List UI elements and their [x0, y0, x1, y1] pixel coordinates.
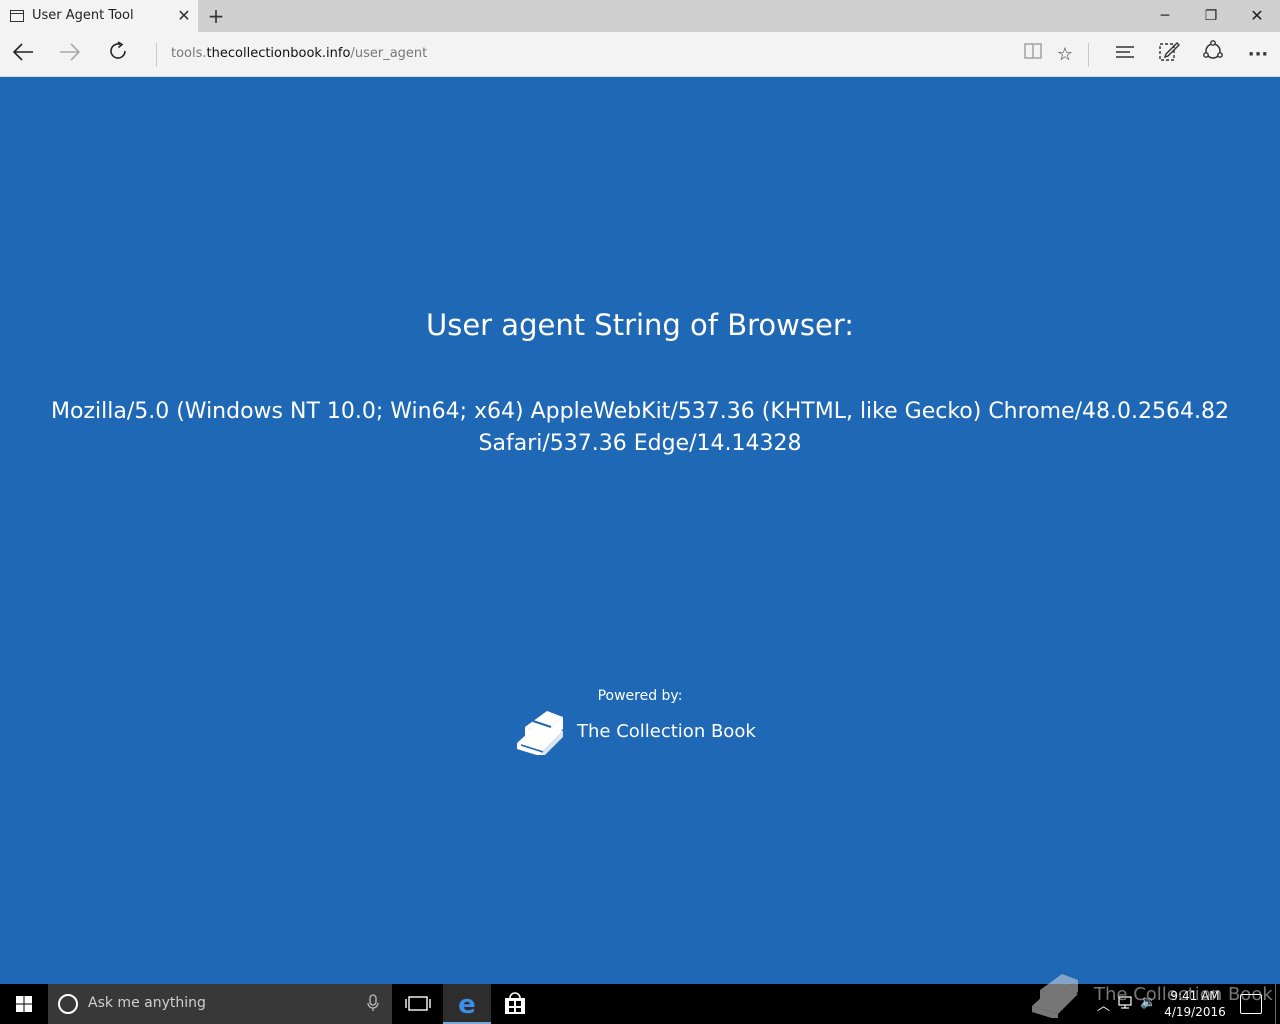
svg-text:e: e	[458, 990, 476, 1020]
search-placeholder: Ask me anything	[88, 995, 206, 1011]
show-desktop-button[interactable]	[1275, 984, 1276, 1024]
brand-link[interactable]: The Collection Book	[513, 706, 756, 756]
edge-icon[interactable]: e	[443, 984, 491, 1024]
start-button[interactable]	[0, 984, 48, 1024]
hub-icon[interactable]	[1110, 40, 1140, 70]
more-icon[interactable]: ···	[1243, 40, 1273, 70]
tab-title: User Agent Tool	[32, 8, 134, 23]
new-tab-button[interactable]: +	[204, 4, 228, 28]
store-icon[interactable]	[491, 984, 539, 1024]
reading-view-icon[interactable]	[1018, 40, 1048, 70]
share-icon[interactable]	[1198, 40, 1228, 70]
watermark-book-icon	[1032, 974, 1078, 1018]
refresh-icon[interactable]	[103, 40, 133, 70]
web-note-icon[interactable]	[1154, 40, 1184, 70]
tab-user-agent-tool[interactable]: User Agent Tool ✕	[0, 0, 198, 32]
address-bar[interactable]: tools.thecollectionbook.info/user_agent	[171, 46, 427, 61]
back-arrow-icon[interactable]	[8, 40, 38, 70]
star-icon[interactable]: ☆	[1050, 40, 1080, 70]
toolbar-separator	[1088, 43, 1089, 67]
watermark-text: The Collection Book	[1094, 983, 1273, 1005]
address-path: /user_agent	[350, 46, 428, 61]
powered-by-label: Powered by:	[597, 688, 683, 704]
cortana-icon	[58, 994, 78, 1014]
page-title: User agent String of Browser:	[425, 308, 855, 342]
task-view-icon[interactable]	[394, 984, 442, 1024]
tab-page-icon	[10, 10, 24, 22]
address-domain: thecollectionbook.info	[206, 46, 351, 61]
address-prefix: tools.	[171, 46, 207, 61]
forward-arrow-icon[interactable]	[55, 40, 85, 70]
plus-icon: +	[207, 4, 225, 28]
watermark: The Collection Book	[1028, 970, 1273, 1018]
minimize-icon[interactable]: ─	[1142, 0, 1188, 32]
navigation-bar: tools.thecollectionbook.info/user_agent …	[0, 32, 1280, 77]
user-agent-string: Mozilla/5.0 (Windows NT 10.0; Win64; x64…	[51, 399, 1229, 456]
title-bar: User Agent Tool ✕ + ─ ❐ ✕	[0, 0, 1280, 32]
windows-logo-icon	[16, 996, 32, 1012]
window-close-icon[interactable]: ✕	[1234, 0, 1280, 32]
close-icon[interactable]: ✕	[174, 6, 194, 26]
restore-icon[interactable]: ❐	[1188, 0, 1234, 32]
microphone-icon[interactable]	[364, 994, 382, 1014]
book-icon	[517, 711, 563, 755]
cortana-search-box[interactable]: Ask me anything	[48, 984, 392, 1024]
brand-name: The Collection Book	[577, 720, 756, 742]
address-separator	[156, 43, 157, 67]
